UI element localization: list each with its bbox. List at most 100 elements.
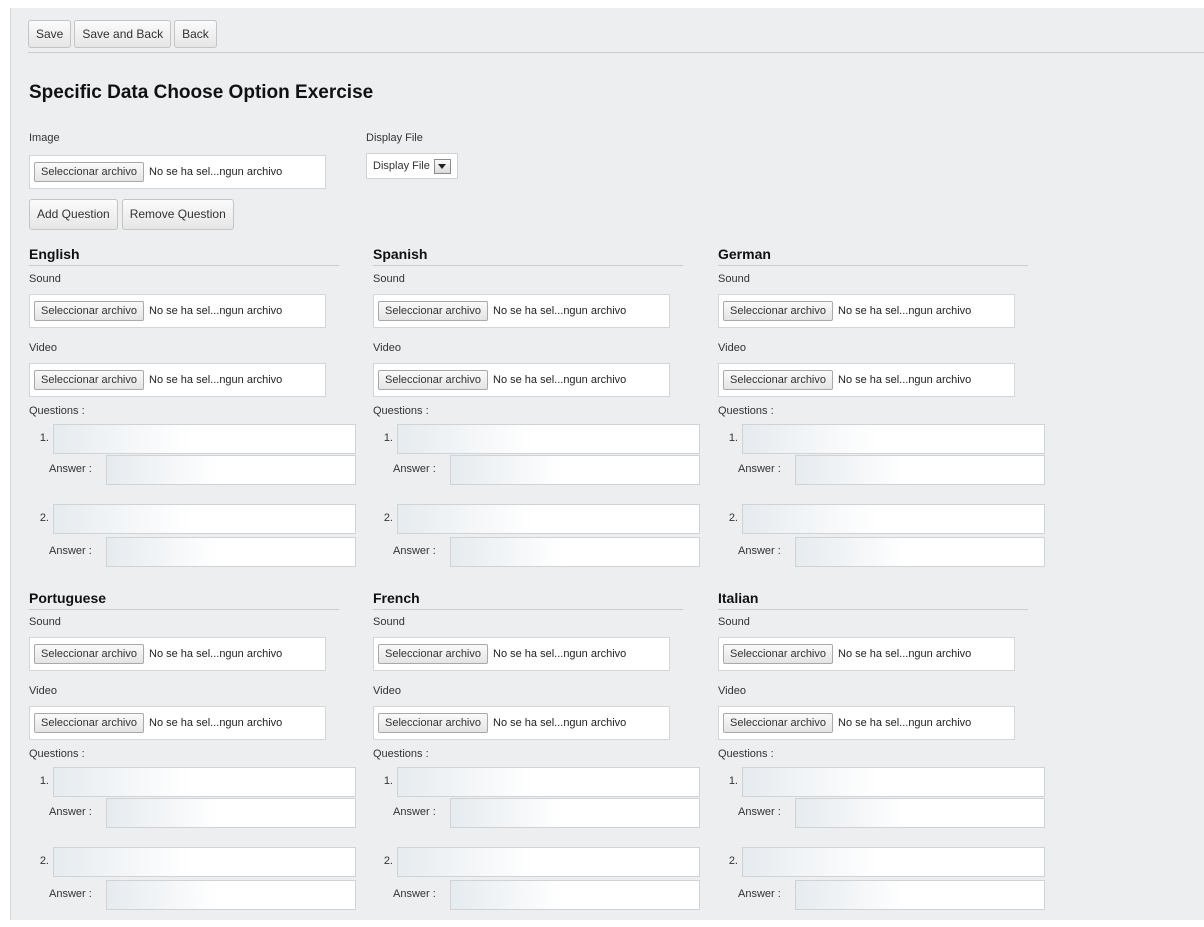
question-1-input[interactable] [397,767,700,797]
video-file-button[interactable]: Seleccionar archivo [34,713,144,733]
question-1-input[interactable] [53,767,356,797]
video-file-button[interactable]: Seleccionar archivo [723,370,833,390]
questions-label: Questions : [373,748,429,760]
sound-file-status: No se ha sel...ngun archivo [838,305,972,317]
video-file-status: No se ha sel...ngun archivo [149,717,283,729]
question-2-input[interactable] [397,847,700,877]
answer-label: Answer : [393,806,436,818]
answer-2-input[interactable] [450,880,700,910]
image-file-button[interactable]: Seleccionar archivo [34,162,144,182]
save-and-back-button[interactable]: Save and Back [74,20,172,48]
language-title: French [373,590,683,610]
answer-label: Answer : [738,545,781,557]
answer-1-input[interactable] [450,798,700,828]
language-title: Italian [718,590,1028,610]
video-file-status: No se ha sel...ngun archivo [149,374,283,386]
sound-file-button[interactable]: Seleccionar archivo [378,644,488,664]
answer-label: Answer : [49,888,92,900]
sound-file-status: No se ha sel...ngun archivo [149,648,283,660]
video-label: Video [29,685,57,697]
video-file-input: Seleccionar archivo No se ha sel...ngun … [718,706,1015,740]
back-button[interactable]: Back [174,20,217,48]
question-1-input[interactable] [397,424,700,454]
add-question-button[interactable]: Add Question [29,199,118,230]
display-file-select[interactable]: Display File [366,153,458,179]
answer-label: Answer : [49,545,92,557]
video-file-button[interactable]: Seleccionar archivo [378,713,488,733]
answer-2-input[interactable] [795,880,1045,910]
question-number-2: 2. [728,855,738,867]
question-2-input[interactable] [742,847,1045,877]
answer-label: Answer : [738,888,781,900]
question-1-input[interactable] [742,767,1045,797]
sound-file-input: Seleccionar archivo No se ha sel...ngun … [718,294,1015,328]
language-title: English [29,246,339,266]
sound-file-button[interactable]: Seleccionar archivo [723,301,833,321]
sound-file-input: Seleccionar archivo No se ha sel...ngun … [29,637,326,671]
sound-file-input: Seleccionar archivo No se ha sel...ngun … [718,637,1015,671]
question-number-1: 1. [728,775,738,787]
video-label: Video [29,342,57,354]
question-2-input[interactable] [742,504,1045,534]
sound-file-button[interactable]: Seleccionar archivo [34,644,144,664]
language-section-english: English Sound Seleccionar archivo No se … [29,246,361,576]
sound-label: Sound [373,616,405,628]
video-file-button[interactable]: Seleccionar archivo [378,370,488,390]
remove-question-button[interactable]: Remove Question [121,199,234,230]
toolbar-divider [28,52,1204,53]
question-number-1: 1. [39,432,49,444]
page-title: Specific Data Choose Option Exercise [29,82,374,103]
sound-file-input: Seleccionar archivo No se ha sel...ngun … [373,637,670,671]
answer-label: Answer : [49,463,92,475]
question-2-input[interactable] [53,847,356,877]
questions-label: Questions : [29,405,85,417]
save-button[interactable]: Save [28,20,72,48]
sound-file-status: No se ha sel...ngun archivo [493,648,627,660]
language-section-italian: Italian Sound Seleccionar archivo No se … [718,590,1050,920]
sound-file-button[interactable]: Seleccionar archivo [723,644,833,664]
question-number-2: 2. [39,855,49,867]
question-number-2: 2. [383,855,393,867]
answer-2-input[interactable] [450,537,700,567]
video-file-input: Seleccionar archivo No se ha sel...ngun … [373,706,670,740]
video-file-button[interactable]: Seleccionar archivo [723,713,833,733]
video-label: Video [718,685,746,697]
questions-label: Questions : [718,405,774,417]
question-1-input[interactable] [53,424,356,454]
question-number-1: 1. [728,432,738,444]
image-file-status: No se ha sel...ngun archivo [149,166,283,178]
question-2-input[interactable] [53,504,356,534]
answer-2-input[interactable] [106,880,356,910]
form-page: Save Save and Back Back Specific Data Ch… [10,8,1204,920]
video-file-status: No se ha sel...ngun archivo [838,717,972,729]
sound-label: Sound [718,616,750,628]
video-file-status: No se ha sel...ngun archivo [838,374,972,386]
answer-1-input[interactable] [450,455,700,485]
sound-file-status: No se ha sel...ngun archivo [838,648,972,660]
sound-file-button[interactable]: Seleccionar archivo [378,301,488,321]
question-1-input[interactable] [742,424,1045,454]
image-label: Image [29,132,60,144]
question-number-1: 1. [383,432,393,444]
sound-file-input: Seleccionar archivo No se ha sel...ngun … [373,294,670,328]
sound-label: Sound [718,273,750,285]
video-file-input: Seleccionar archivo No se ha sel...ngun … [373,363,670,397]
answer-2-input[interactable] [106,537,356,567]
answer-2-input[interactable] [795,537,1045,567]
language-section-portuguese: Portuguese Sound Seleccionar archivo No … [29,590,361,920]
sound-file-button[interactable]: Seleccionar archivo [34,301,144,321]
language-title: German [718,246,1028,266]
answer-1-input[interactable] [106,455,356,485]
question-number-1: 1. [383,775,393,787]
display-file-label: Display File [366,132,423,144]
sound-label: Sound [29,273,61,285]
questions-label: Questions : [373,405,429,417]
language-section-spanish: Spanish Sound Seleccionar archivo No se … [373,246,705,576]
video-file-button[interactable]: Seleccionar archivo [34,370,144,390]
answer-1-input[interactable] [106,798,356,828]
chevron-down-icon[interactable] [433,158,451,174]
question-2-input[interactable] [397,504,700,534]
question-actions: Add Question Remove Question [29,199,234,230]
answer-1-input[interactable] [795,798,1045,828]
answer-1-input[interactable] [795,455,1045,485]
